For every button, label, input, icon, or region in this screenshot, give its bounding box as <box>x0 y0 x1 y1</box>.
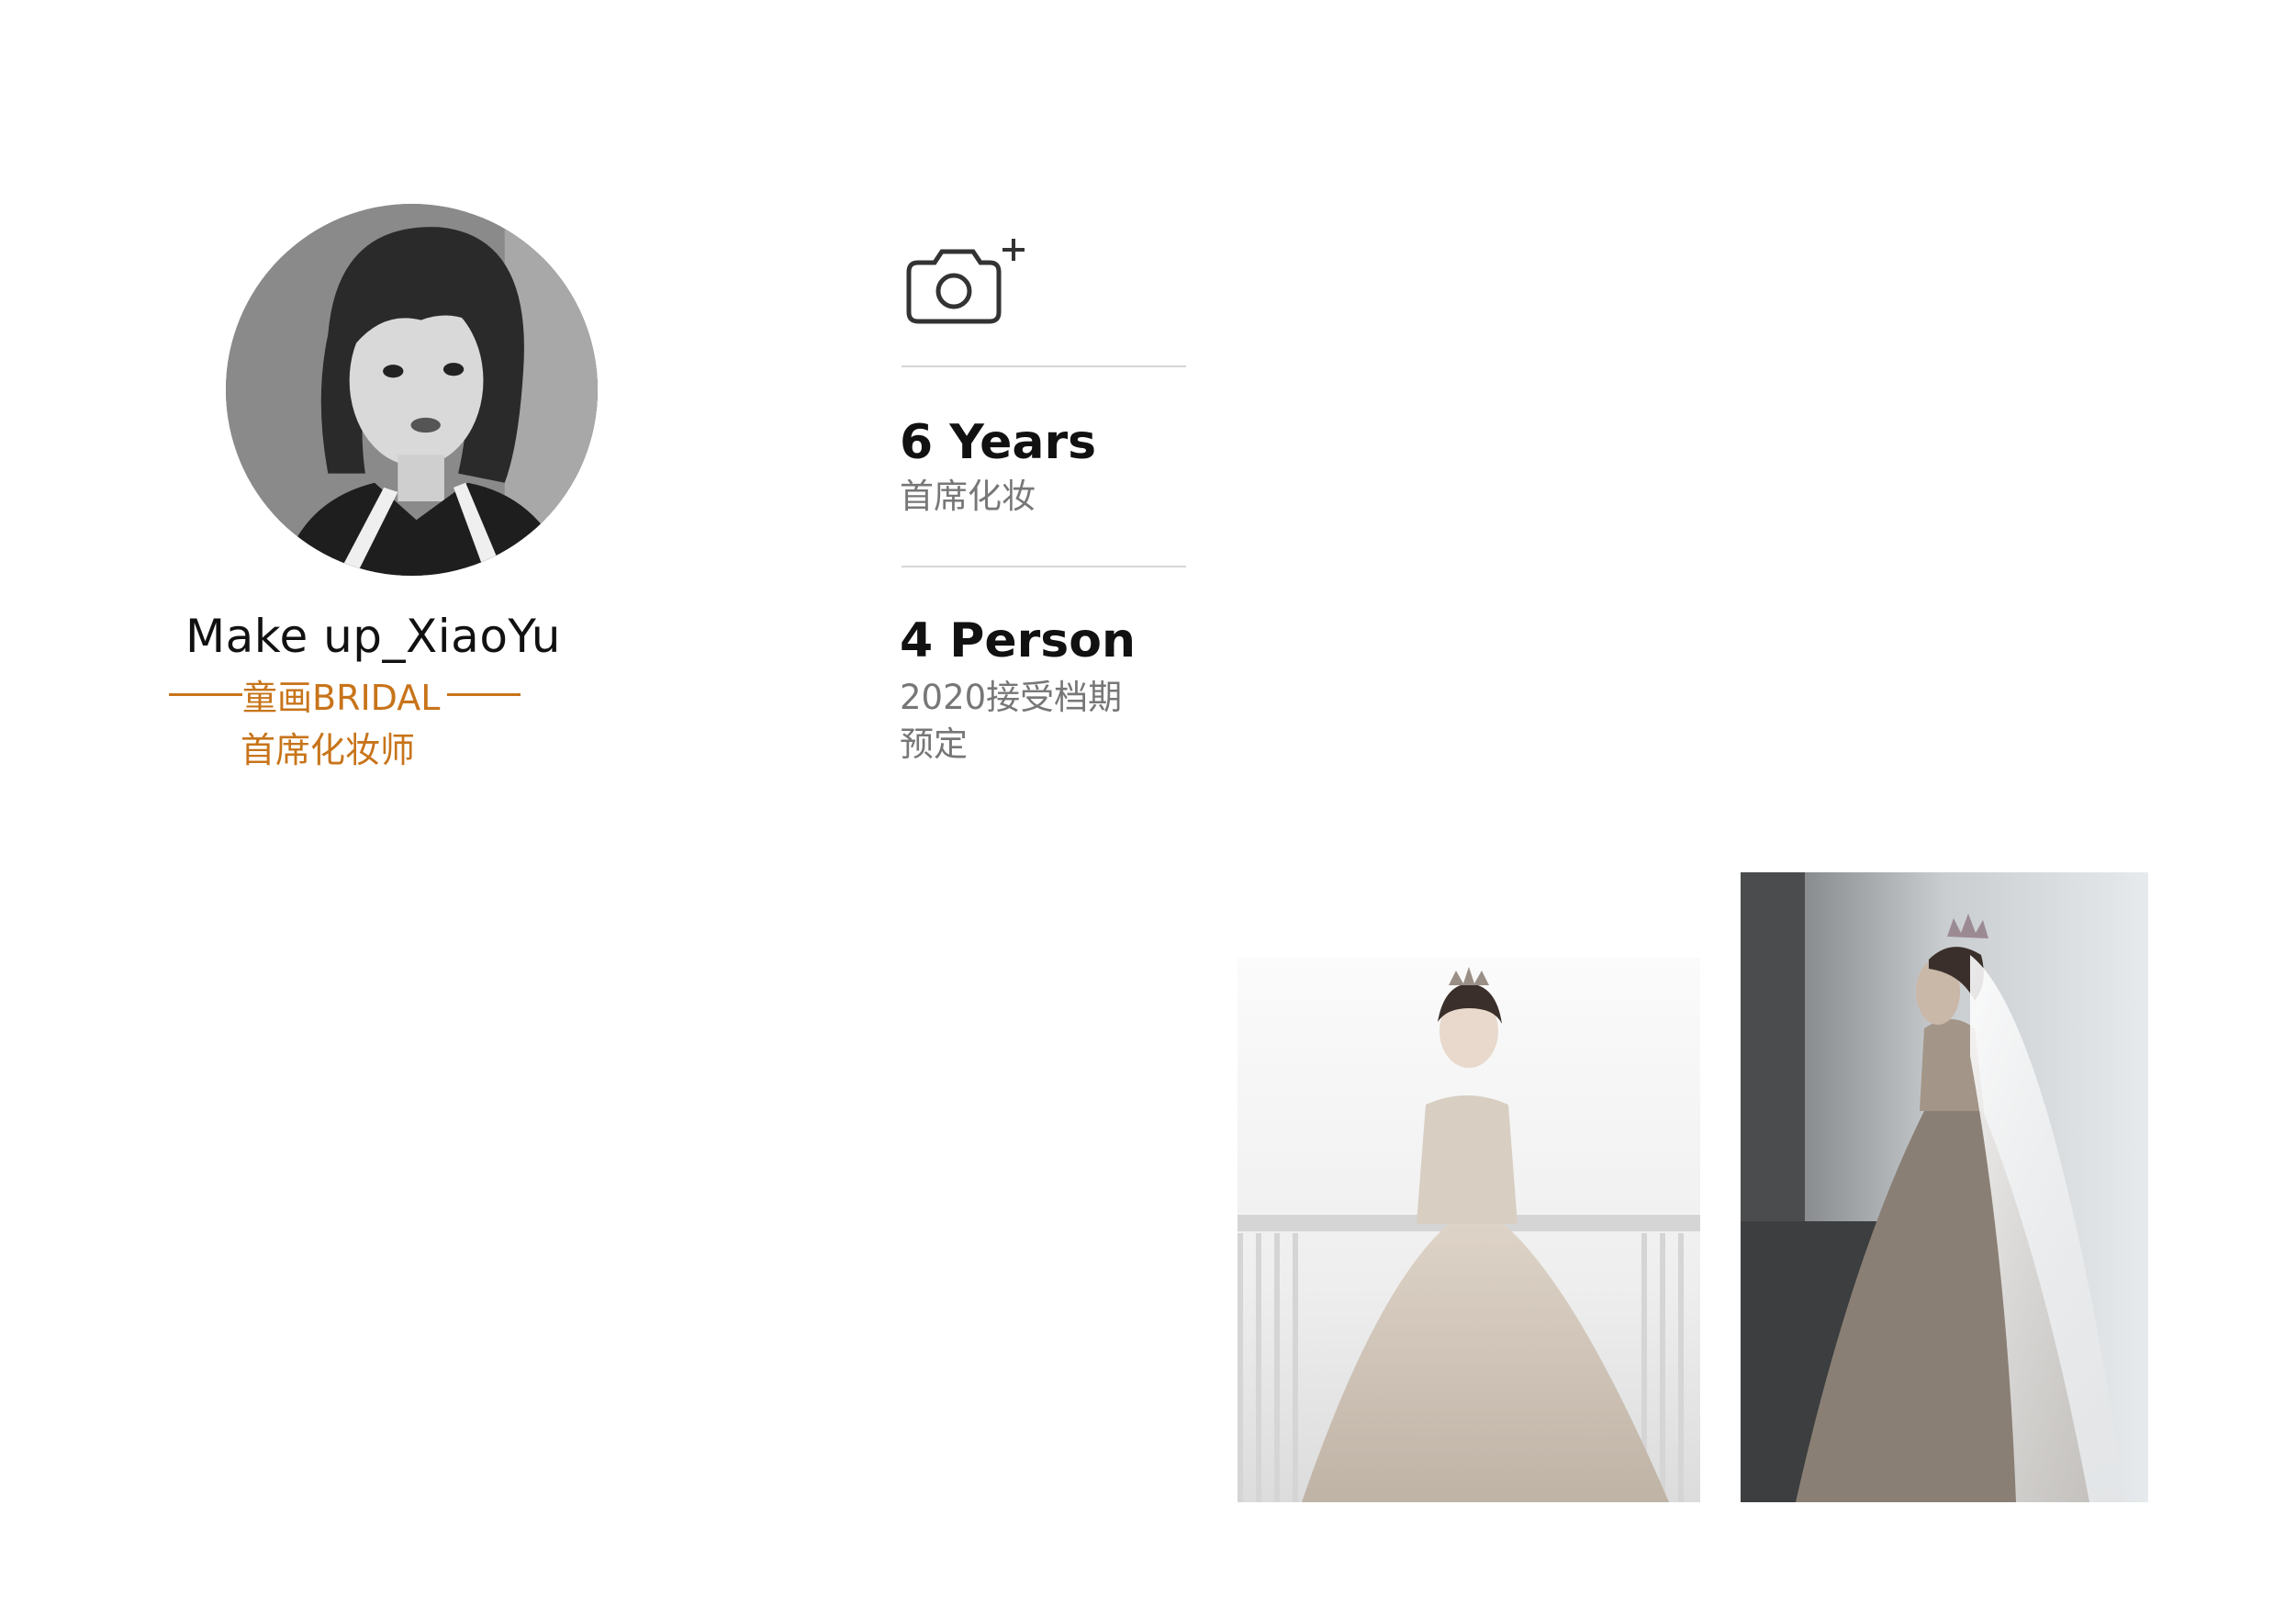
divider-middle <box>902 566 1186 567</box>
profile-name: Make up_XiaoYu <box>185 610 561 663</box>
stat-years: 6 Years <box>900 415 1097 470</box>
stat-years-desc: 首席化妆 <box>900 477 1036 516</box>
profile-avatar <box>226 204 598 576</box>
profile-role: 首席化妆师 <box>241 730 416 770</box>
divider-dash-right <box>447 692 521 696</box>
divider-dash-left <box>169 692 242 696</box>
studio-name: 童画BRIDAL <box>242 677 441 718</box>
bride-photo-front <box>1238 958 1700 1502</box>
divider-top <box>902 365 1186 367</box>
stat-person: 4 Person <box>900 613 1137 668</box>
bride-photo-profile <box>1741 872 2148 1502</box>
stat-person-desc: 2020接受档期 <box>900 678 1123 717</box>
stat-person-desc-2: 预定 <box>900 724 968 764</box>
camera-add-icon[interactable] <box>902 235 1030 327</box>
avatar-portrait <box>226 204 598 576</box>
studio-line: 童画BRIDAL <box>169 672 521 718</box>
